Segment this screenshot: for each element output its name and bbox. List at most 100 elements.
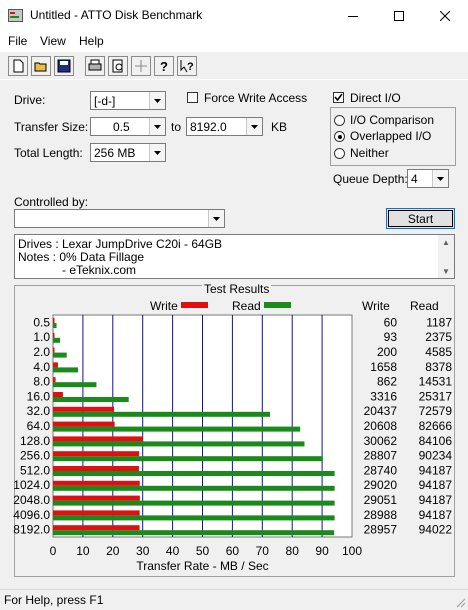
- category-label: 2048.0: [13, 493, 50, 507]
- x-tick-label: 60: [226, 544, 240, 558]
- print-button[interactable]: [85, 56, 105, 76]
- write-value: 20608: [364, 419, 398, 433]
- read-value: 90234: [419, 449, 453, 463]
- x-tick-label: 0: [50, 544, 57, 558]
- app-icon: [8, 9, 23, 22]
- open-folder-icon: [34, 62, 47, 72]
- notes-textarea[interactable]: Drives : Lexar JumpDrive C20i - 64GB Not…: [14, 234, 455, 279]
- write-value: 28807: [364, 449, 398, 463]
- read-value: 2375: [425, 330, 452, 344]
- new-button[interactable]: [8, 56, 28, 76]
- notes-line-source: - eTeknix.com: [62, 263, 137, 277]
- read-value: 1187: [426, 315, 452, 329]
- write-value: 20437: [364, 404, 398, 418]
- svg-text:?: ?: [187, 61, 194, 73]
- transfer-size-label: Transfer Size:: [14, 120, 89, 134]
- maximize-button[interactable]: [376, 0, 422, 32]
- context-help-button[interactable]: ?: [177, 56, 197, 76]
- legend-read-label: Read: [232, 299, 261, 313]
- x-tick-label: 40: [166, 544, 180, 558]
- menu-view[interactable]: View: [40, 34, 66, 48]
- menu-file[interactable]: File: [8, 34, 27, 48]
- move-button[interactable]: [131, 56, 151, 76]
- write-value: 28740: [364, 463, 398, 477]
- read-value: 94187: [419, 478, 453, 492]
- queue-depth-select[interactable]: 4: [407, 169, 449, 188]
- save-button[interactable]: [54, 56, 74, 76]
- read-bar: [53, 352, 67, 358]
- force-write-label: Force Write Access: [204, 91, 308, 105]
- direct-io-checkbox[interactable]: [333, 92, 344, 103]
- category-label: 8192.0: [13, 523, 50, 537]
- x-axis-label: Transfer Rate - MB / Sec: [136, 559, 268, 573]
- total-length-label: Total Length:: [14, 146, 83, 160]
- controlled-by-select[interactable]: [14, 209, 225, 228]
- write-bar: [53, 362, 58, 368]
- open-button[interactable]: [31, 56, 51, 76]
- minimize-button[interactable]: [330, 0, 376, 32]
- notes-line-drives: Drives : Lexar JumpDrive C20i - 64GB: [18, 237, 223, 251]
- resize-grip-icon[interactable]: [455, 597, 466, 608]
- read-bar: [53, 426, 301, 432]
- read-value: 84106: [419, 434, 453, 448]
- legend-write-label: Write: [150, 299, 178, 313]
- read-bar: [53, 382, 97, 388]
- queue-depth-value: 4: [411, 172, 418, 186]
- help-icon: ?: [160, 59, 168, 73]
- write-value: 28988: [364, 508, 398, 522]
- write-bar: [53, 406, 115, 412]
- transfer-size-to-select[interactable]: 8192.0: [186, 117, 263, 136]
- total-length-value: 256 MB: [94, 146, 136, 160]
- close-button[interactable]: [422, 0, 468, 32]
- io-comparison-label: I/O Comparison: [350, 113, 435, 127]
- category-label: 4.0: [33, 360, 50, 374]
- chevron-down-icon: [149, 118, 165, 135]
- read-value: 82666: [419, 419, 453, 433]
- drive-value: [-d-]: [94, 94, 116, 108]
- read-value: 94187: [419, 508, 453, 522]
- total-length-select[interactable]: 256 MB: [90, 143, 166, 162]
- neither-radio[interactable]: [334, 148, 345, 159]
- write-bar: [53, 421, 115, 427]
- read-bar: [53, 515, 335, 521]
- force-write-checkbox[interactable]: [187, 92, 198, 103]
- menu-help[interactable]: Help: [79, 34, 104, 48]
- category-label: 512.0: [20, 463, 50, 477]
- read-value: 72579: [419, 404, 453, 418]
- move-icon: [135, 60, 147, 72]
- drive-label: Drive:: [14, 93, 46, 107]
- chevron-down-icon: [208, 210, 224, 227]
- start-button[interactable]: Start: [386, 208, 455, 229]
- io-comparison-radio[interactable]: [334, 115, 345, 126]
- read-value: 8378: [425, 360, 452, 374]
- write-value: 200: [377, 345, 397, 359]
- x-tick-label: 20: [106, 544, 120, 558]
- write-value: 28957: [364, 523, 398, 537]
- legend-read-swatch: [264, 302, 291, 308]
- category-label: 0.5: [33, 315, 50, 329]
- notes-scrollbar[interactable]: ▲ ▼: [438, 235, 454, 278]
- scroll-up-icon[interactable]: ▲: [438, 235, 454, 249]
- print-preview-button[interactable]: [108, 56, 128, 76]
- drive-select[interactable]: [-d-]: [90, 91, 166, 110]
- transfer-size-from-select[interactable]: 0.5: [90, 117, 166, 136]
- chevron-down-icon: [432, 170, 448, 187]
- queue-depth-label: Queue Depth:: [333, 172, 408, 186]
- scroll-down-icon[interactable]: ▼: [438, 264, 454, 278]
- help-button[interactable]: ?: [154, 56, 174, 76]
- transfer-size-from-value: 0.5: [113, 120, 130, 134]
- status-text: For Help, press F1: [4, 593, 104, 607]
- overlapped-io-radio[interactable]: [334, 131, 345, 142]
- new-document-icon: [13, 59, 24, 73]
- x-tick-label: 50: [196, 544, 210, 558]
- read-bar: [53, 397, 129, 402]
- svg-text:?: ?: [160, 59, 168, 73]
- radio-dot-icon: [337, 134, 342, 139]
- read-bar: [53, 323, 57, 328]
- write-bar: [53, 347, 55, 353]
- read-value: 94187: [419, 493, 453, 507]
- write-bar: [53, 318, 55, 323]
- title-bar: Untitled - ATTO Disk Benchmark: [0, 0, 468, 32]
- category-label: 4096.0: [13, 508, 50, 522]
- read-bar: [53, 530, 335, 536]
